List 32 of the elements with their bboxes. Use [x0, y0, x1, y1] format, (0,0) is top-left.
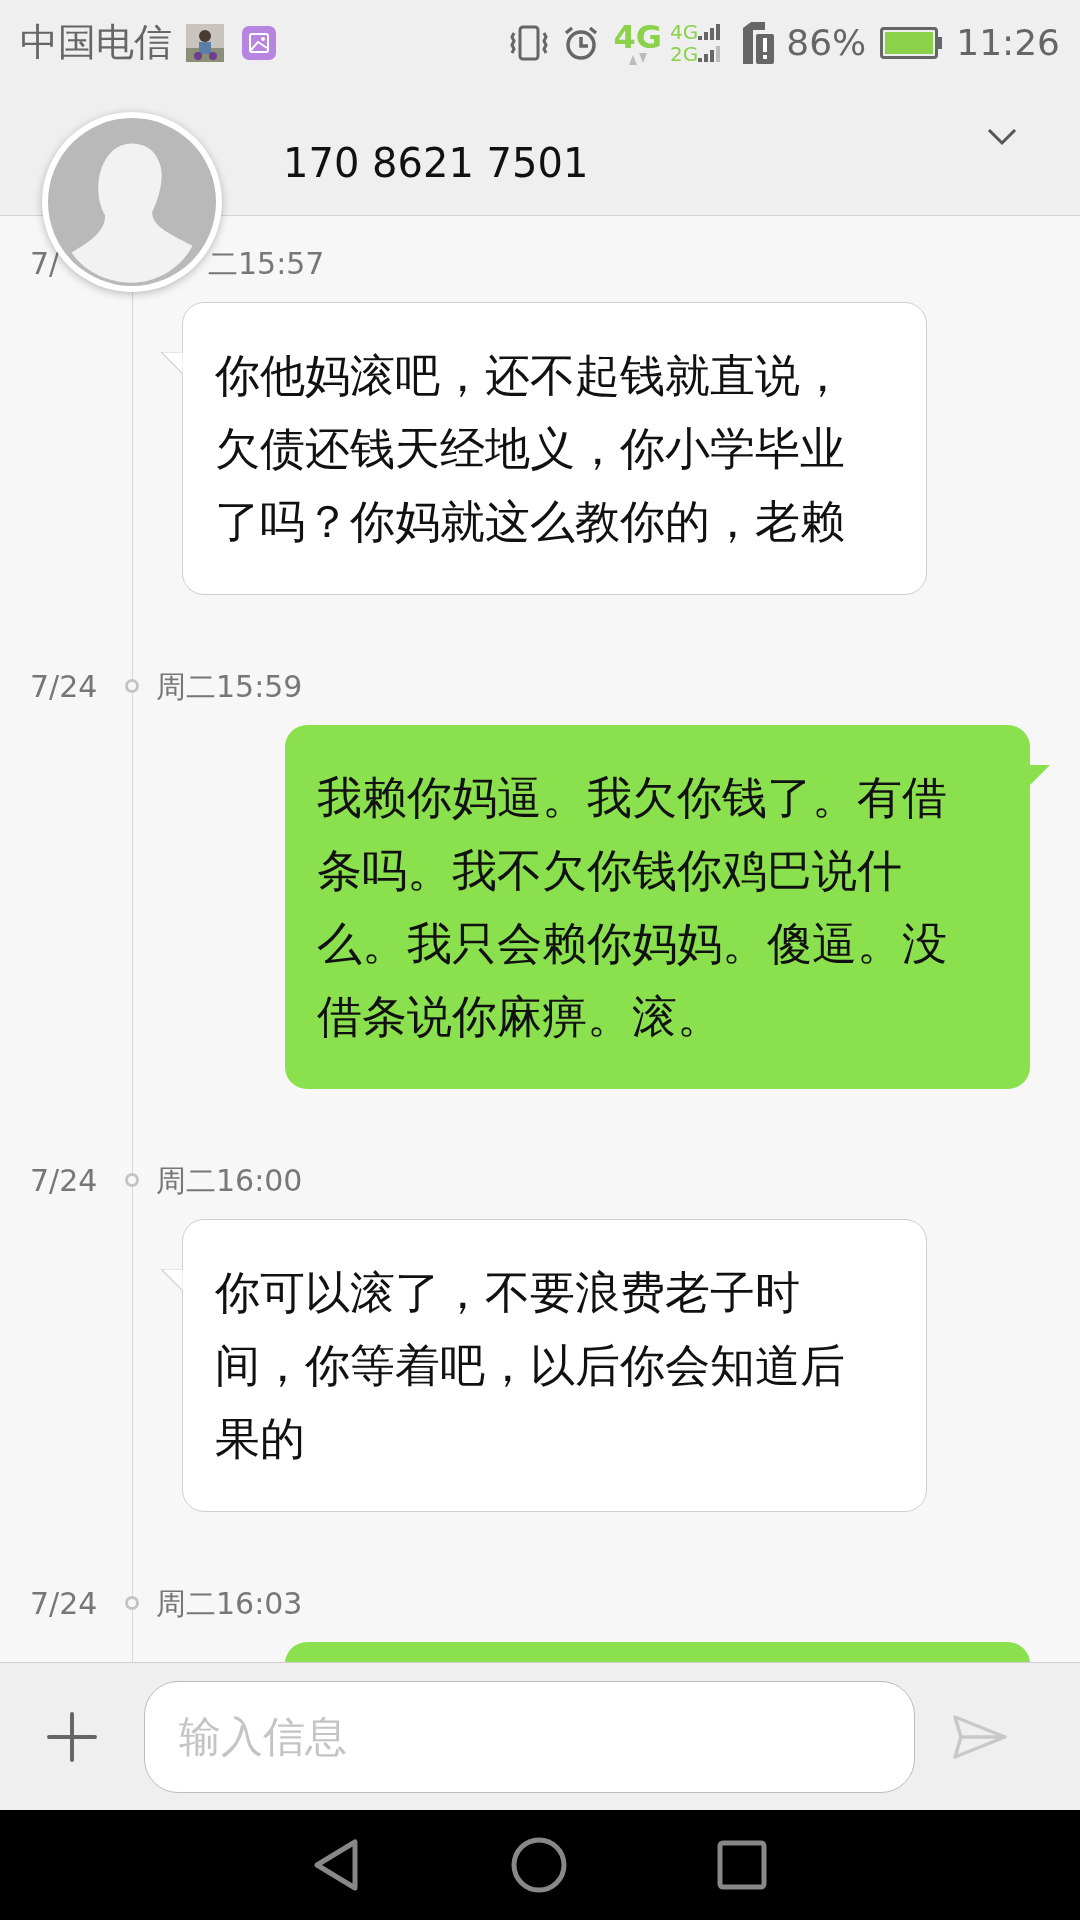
- battery-icon: [880, 26, 943, 59]
- network-type: 2G: [670, 42, 699, 65]
- data-arrows-icon: [626, 52, 649, 65]
- message-date: 7/24: [30, 1584, 99, 1623]
- home-icon[interactable]: [511, 1837, 567, 1893]
- recents-icon[interactable]: [717, 1840, 767, 1890]
- timeline-dot-icon: [124, 1595, 140, 1611]
- network-type: 4G: [613, 20, 662, 53]
- back-icon[interactable]: [313, 1838, 361, 1892]
- message-text: 你可以滚了，不要浪费老子时 间，你等着吧，以后你会知道后 果的: [215, 1265, 846, 1467]
- battery-percent: 86%: [786, 20, 867, 65]
- message-date: 7/24: [30, 1161, 99, 1200]
- timeline-dot-icon: [124, 678, 140, 694]
- message-text: 你他妈滚吧，还不起钱就直说， 欠债还钱天经地义，你小学毕业 了吗？你妈就这么教你的，老赖: [215, 348, 846, 550]
- contact-number: 170 8621 7501: [283, 139, 589, 188]
- message-input[interactable]: 输入信息: [144, 1680, 915, 1793]
- clock-time: 11:26: [956, 20, 1060, 65]
- message-time: 周二16:03: [156, 1584, 303, 1623]
- carrier-name: 中国电信: [20, 19, 172, 66]
- network-type: 4G: [670, 20, 699, 43]
- message-date: 7/24: [30, 667, 99, 706]
- timeline-dot-icon: [124, 1172, 140, 1188]
- add-icon[interactable]: [46, 1710, 98, 1763]
- message-date: 7/: [30, 244, 61, 283]
- message-time: 二15:57: [207, 244, 325, 283]
- gallery-icon: [242, 25, 276, 60]
- signal-icon: [698, 21, 723, 64]
- message-time: 周二15:59: [156, 667, 303, 706]
- message-time: 周二16:00: [156, 1161, 303, 1200]
- message-text: 我赖你妈逼。我欠你钱了。有借 条吗。我不欠你钱你鸡巴说什 么。我只会赖你妈妈。傻逼。没 借条说你麻痹。滚。: [317, 770, 948, 1045]
- sim-alert-icon: [740, 19, 777, 66]
- chevron-down-icon[interactable]: [986, 127, 1018, 147]
